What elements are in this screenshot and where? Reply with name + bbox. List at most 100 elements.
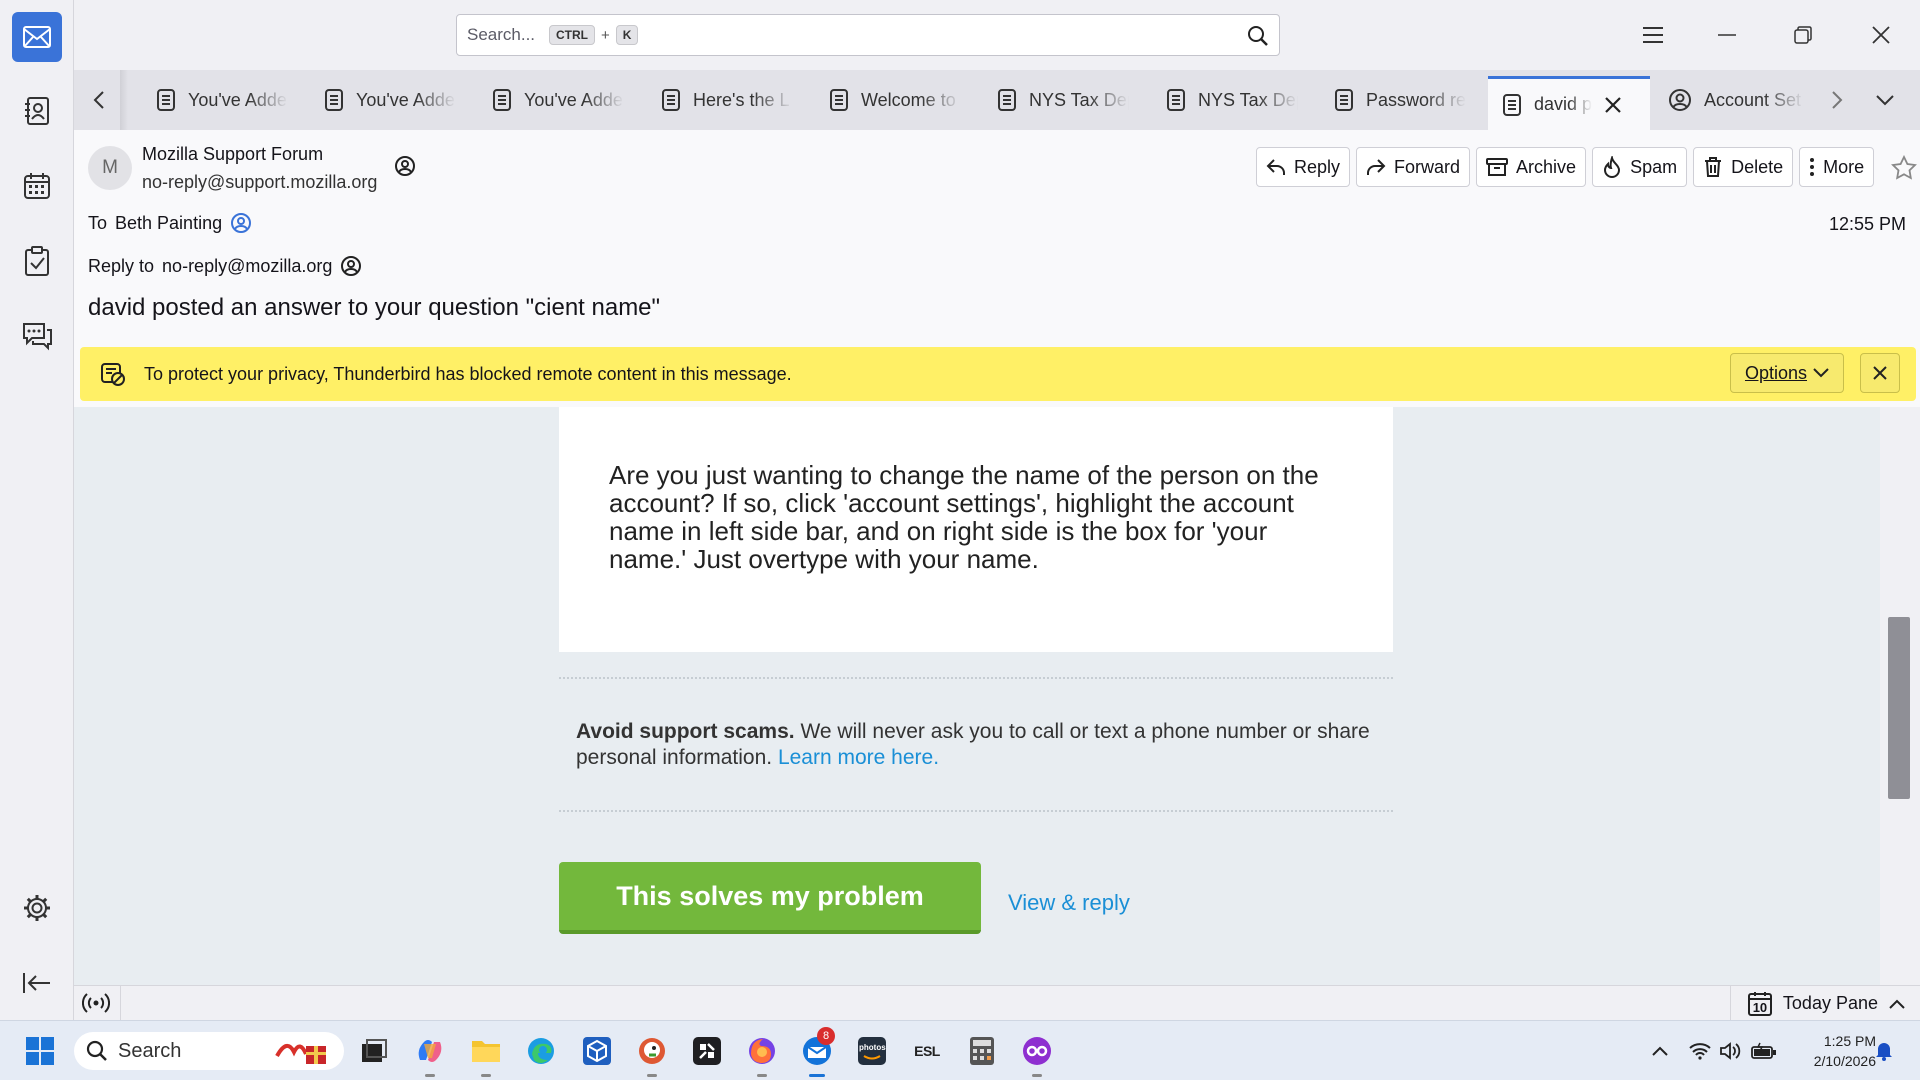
hamburger-menu-icon xyxy=(1642,26,1664,44)
status-bar: 10 Today Pane xyxy=(74,985,1920,1021)
blocked-content-icon xyxy=(100,362,126,386)
message-icon xyxy=(324,88,344,112)
tab-message-5[interactable]: Welcome to xyxy=(815,78,980,122)
options-button[interactable]: Options xyxy=(1730,353,1844,393)
notifications-button[interactable] xyxy=(1866,1031,1902,1071)
tabs-scroll-right-button[interactable] xyxy=(1822,85,1852,115)
start-button[interactable] xyxy=(20,1031,60,1071)
star-icon[interactable] xyxy=(1891,155,1917,181)
sender-name[interactable]: Mozilla Support Forum xyxy=(142,144,323,165)
windows-taskbar: Search 8 photos ESL 1:25 PM 2/10/2026 xyxy=(0,1020,1920,1080)
reply-to-label: Reply to xyxy=(88,255,155,276)
reply-to-address[interactable]: no-reply@mozilla.org xyxy=(162,256,332,277)
chat-button[interactable] xyxy=(12,311,62,361)
message-icon xyxy=(1166,88,1186,112)
all-tabs-button[interactable] xyxy=(1870,85,1900,115)
copilot-button[interactable] xyxy=(410,1031,450,1077)
reply-to-row: Reply to no-reply@mozilla.org xyxy=(88,255,362,277)
restore-button[interactable] xyxy=(1788,20,1818,50)
remote-content-banner: To protect your privacy, Thunderbird has… xyxy=(80,347,1916,401)
tab-message-2[interactable]: You've Added xyxy=(310,78,475,122)
spam-button[interactable]: Spam xyxy=(1592,147,1688,187)
calendar-button[interactable] xyxy=(12,161,62,211)
tab-message-active[interactable]: david po xyxy=(1488,76,1650,130)
battery-button[interactable] xyxy=(1744,1031,1784,1071)
search-icon[interactable] xyxy=(1247,25,1269,47)
message-scrollbar[interactable] xyxy=(1880,407,1920,985)
to-label: To xyxy=(88,212,108,233)
close-tab-icon[interactable] xyxy=(1604,96,1622,114)
tab-label: Here's the L xyxy=(693,89,790,110)
show-hidden-icons-button[interactable] xyxy=(1640,1031,1680,1071)
global-search-box[interactable]: CTRL + K xyxy=(456,14,1280,56)
archive-button[interactable]: Archive xyxy=(1476,147,1587,187)
learn-more-link[interactable]: Learn more here. xyxy=(778,746,939,769)
tabs-scroll-left-button[interactable] xyxy=(84,85,114,115)
task-view-button[interactable] xyxy=(354,1031,394,1071)
tab-account-settings[interactable]: Account Set xyxy=(1654,78,1814,122)
reply-label: Reply xyxy=(1294,156,1341,177)
address-book-button[interactable] xyxy=(12,86,62,136)
banner-message: To protect your privacy, Thunderbird has… xyxy=(144,363,792,384)
delete-button[interactable]: Delete xyxy=(1693,147,1794,187)
close-window-button[interactable] xyxy=(1866,20,1896,50)
tab-message-8[interactable]: Password re xyxy=(1320,78,1485,122)
unread-badge: 8 xyxy=(817,1027,835,1045)
tab-label: NYS Tax Dep xyxy=(1198,89,1298,110)
chevron-right-icon xyxy=(1831,90,1843,110)
chevron-up-icon xyxy=(1652,1046,1668,1056)
message-icon xyxy=(661,88,681,112)
forward-button[interactable]: Forward xyxy=(1356,147,1471,187)
running-indicator xyxy=(425,1074,435,1077)
contact-icon[interactable] xyxy=(340,255,362,277)
search-input[interactable] xyxy=(467,25,549,45)
shortcut-key-k: K xyxy=(615,25,639,45)
mail-space-button[interactable] xyxy=(12,12,62,62)
chevron-down-icon xyxy=(1875,94,1895,106)
copilot-icon xyxy=(414,1036,446,1066)
reply-button[interactable]: Reply xyxy=(1256,147,1351,187)
edge-button[interactable] xyxy=(521,1031,561,1071)
minimize-button[interactable] xyxy=(1712,20,1742,50)
esl-app-button[interactable]: ESL xyxy=(907,1031,947,1071)
view-reply-link[interactable]: View & reply xyxy=(1008,890,1130,916)
recipient-name[interactable]: Beth Painting xyxy=(115,213,222,234)
running-indicator xyxy=(481,1074,491,1077)
collapse-spaces-button[interactable] xyxy=(12,958,62,1008)
tab-message-6[interactable]: NYS Tax Dep xyxy=(983,78,1148,122)
tasks-button[interactable] xyxy=(12,236,62,286)
online-status-icon[interactable] xyxy=(82,992,110,1014)
amazon-photos-button[interactable]: photos xyxy=(852,1031,892,1071)
more-button[interactable]: More xyxy=(1799,147,1875,187)
file-explorer-button[interactable] xyxy=(466,1031,506,1077)
system-clock[interactable]: 1:25 PM 2/10/2026 xyxy=(1786,1031,1876,1071)
options-label: Options xyxy=(1744,362,1808,383)
today-pane-toggle[interactable]: 10 Today Pane xyxy=(1729,986,1920,1021)
solves-problem-button[interactable]: This solves my problem xyxy=(559,862,981,934)
contact-icon[interactable] xyxy=(394,155,416,177)
app-menu-button[interactable] xyxy=(1638,20,1668,50)
gear-icon xyxy=(22,893,52,923)
scrollbar-thumb[interactable] xyxy=(1888,617,1910,799)
settings-button[interactable] xyxy=(12,883,62,933)
tab-label: Password re xyxy=(1366,89,1466,110)
calculator-button[interactable] xyxy=(962,1031,1002,1071)
taskbar-search[interactable]: Search xyxy=(74,1032,344,1070)
address-book-contact-icon[interactable] xyxy=(230,212,252,234)
close-banner-button[interactable] xyxy=(1860,353,1900,393)
tab-message-1[interactable]: You've Added xyxy=(142,78,307,122)
tab-message-4[interactable]: Here's the L xyxy=(647,78,812,122)
calendar-icon xyxy=(23,172,51,200)
puzzle-app-button[interactable] xyxy=(687,1031,727,1071)
media-app-button[interactable] xyxy=(1017,1031,1057,1077)
duckduckgo-button[interactable] xyxy=(632,1031,672,1077)
sender-address[interactable]: no-reply@support.mozilla.org xyxy=(142,172,377,193)
esl-app-label: ESL xyxy=(914,1043,940,1059)
edge-browser-icon xyxy=(526,1036,556,1066)
tab-message-7[interactable]: NYS Tax Dep xyxy=(1152,78,1317,122)
thunderbird-button[interactable]: 8 xyxy=(797,1027,837,1077)
firefox-button[interactable] xyxy=(742,1031,782,1077)
app-cube-button[interactable] xyxy=(577,1031,617,1071)
active-indicator xyxy=(809,1074,825,1077)
tab-message-3[interactable]: You've Added xyxy=(478,78,643,122)
